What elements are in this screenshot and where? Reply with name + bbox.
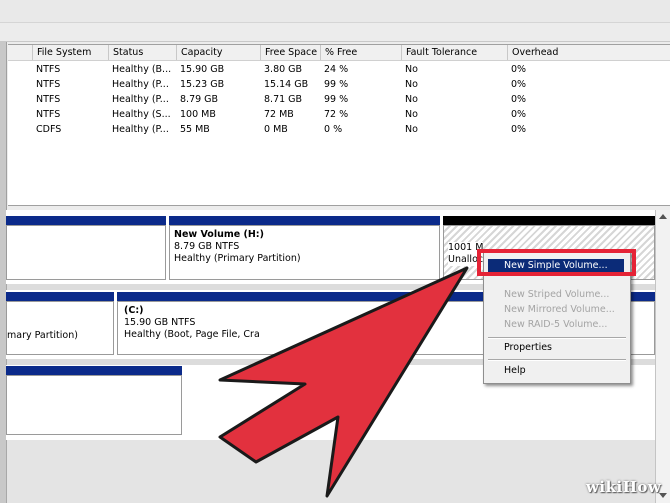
wikihow-watermark: wikiHow: [586, 478, 662, 496]
pointer-arrow-icon: [218, 266, 469, 498]
